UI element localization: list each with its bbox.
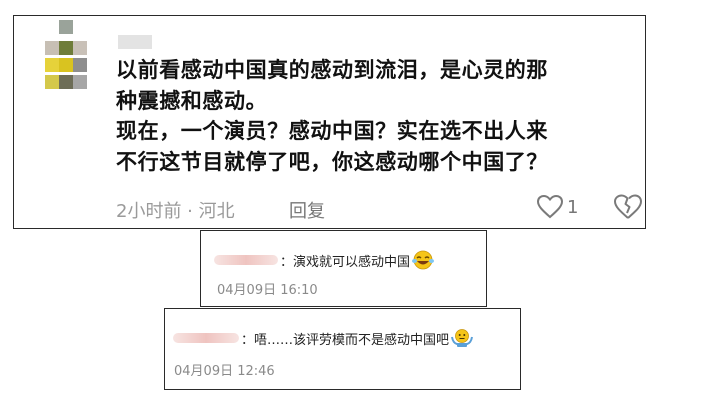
shrug-emoji-icon: [451, 328, 474, 352]
comment-body: 以前看感动中国真的感动到流泪，是心灵的那 种震撼和感动。 现在，一个演员？感动中…: [116, 55, 642, 177]
heart-outline-icon: [537, 195, 563, 219]
reply-text: ：唔……该评劳模而不是感动中国吧: [241, 328, 474, 352]
reply-button[interactable]: 回复: [289, 197, 325, 223]
reply-card: ：唔……该评劳模而不是感动中国吧 04月09日 12:46: [164, 308, 521, 390]
dislike-button[interactable]: [614, 194, 642, 224]
like-count: 1: [567, 196, 579, 218]
reply-username-blurred[interactable]: [173, 333, 239, 343]
laughing-tears-emoji-icon: [412, 250, 435, 274]
reply-timestamp: 04月09日 16:10: [217, 283, 318, 298]
comment-line: 现在，一个演员？感动中国？实在选不出人来: [116, 119, 548, 143]
comment-line: 以前看感动中国真的感动到流泪，是心灵的那: [116, 58, 548, 82]
avatar[interactable]: [45, 20, 101, 104]
reply-username-blurred[interactable]: [214, 255, 278, 265]
comment-meta: 2小时前 · 河北: [116, 201, 235, 222]
reply-text: ：演戏就可以感动中国: [280, 250, 435, 274]
reply-card: ：演戏就可以感动中国 04月09日 16:10: [200, 230, 487, 307]
reply-timestamp: 04月09日 12:46: [174, 364, 275, 379]
broken-heart-icon: [614, 194, 642, 219]
like-button[interactable]: 1: [537, 194, 578, 220]
comment-line: 不行这节目就停了吧，你这感动哪个中国了？: [116, 149, 548, 174]
username-blurred[interactable]: [118, 35, 152, 49]
main-comment-card: 以前看感动中国真的感动到流泪，是心灵的那 种震撼和感动。 现在，一个演员？感动中…: [13, 15, 646, 229]
comment-line: 种震撼和感动。: [116, 88, 268, 113]
